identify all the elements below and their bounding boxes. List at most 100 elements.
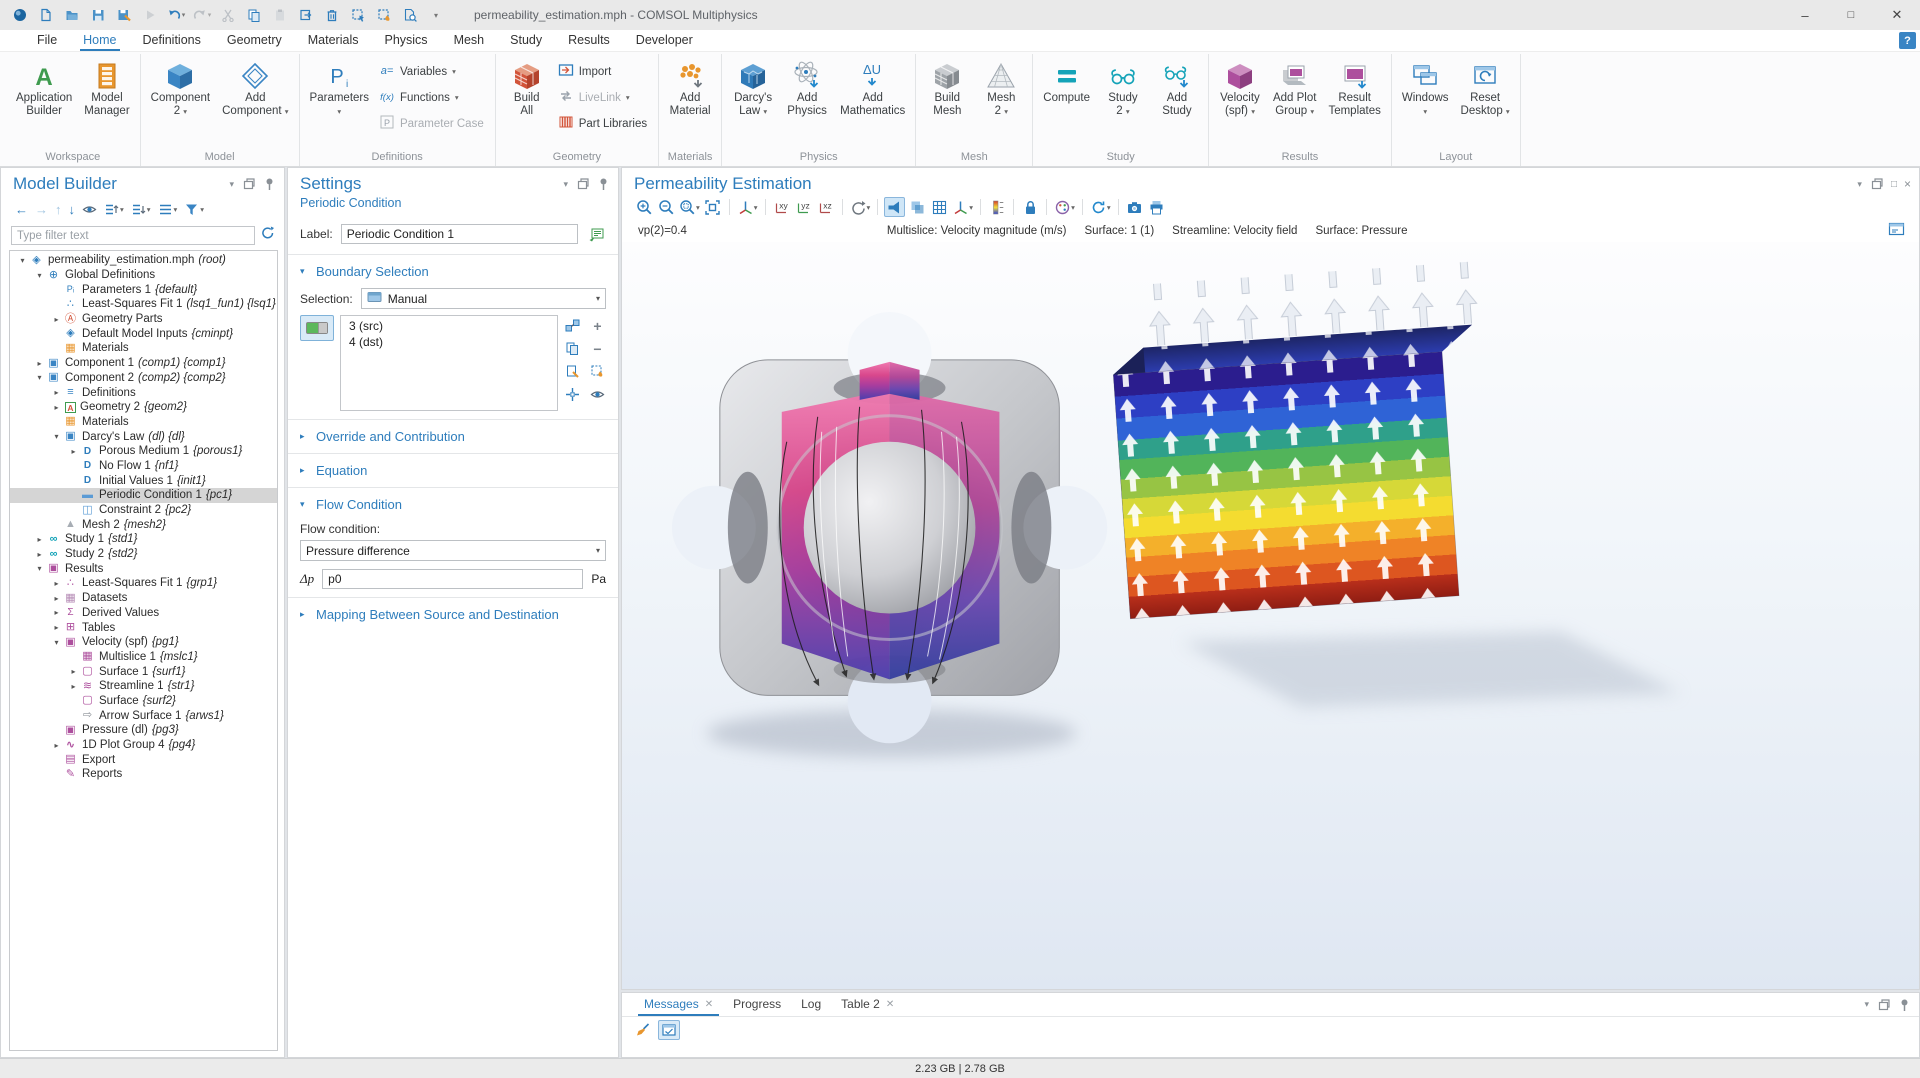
- view-xy-icon[interactable]: xy: [772, 197, 792, 217]
- tree-node[interactable]: ▸▦Datasets: [10, 591, 277, 606]
- component-2-button[interactable]: Component2 ▾: [146, 56, 215, 120]
- active-toggle-button[interactable]: [300, 315, 334, 341]
- tree-node[interactable]: ▣Pressure (dl){pg3}: [10, 723, 277, 738]
- filter-icon[interactable]: ▾: [182, 200, 206, 219]
- menu-materials[interactable]: Materials: [295, 31, 372, 50]
- add-physics-button[interactable]: AddPhysics: [781, 56, 833, 120]
- tree-node[interactable]: ▸∞Study 1{std1}: [10, 532, 277, 547]
- zoom-in-icon[interactable]: [634, 197, 654, 217]
- tree-node[interactable]: DNo Flow 1{nf1}: [10, 459, 277, 474]
- add-material-button[interactable]: AddMaterial: [664, 56, 716, 120]
- chevron-closed-icon[interactable]: ▸: [50, 315, 63, 324]
- label-input[interactable]: [341, 224, 578, 244]
- plot-properties-icon[interactable]: [1888, 222, 1905, 240]
- clear-messages-icon[interactable]: [632, 1020, 654, 1040]
- rotate-icon[interactable]: ▾: [849, 197, 872, 217]
- graphics-scene[interactable]: [622, 242, 1919, 989]
- tree-node[interactable]: ▸▢Surface 1{surf1}: [10, 664, 277, 679]
- print-icon[interactable]: [1147, 197, 1167, 217]
- section-flow-condition[interactable]: ▾ Flow Condition: [300, 490, 606, 519]
- zoom-out-icon[interactable]: [656, 197, 676, 217]
- redo-icon[interactable]: ▾: [190, 3, 214, 27]
- lock-axes-icon[interactable]: [1020, 197, 1040, 217]
- toolbar-overflow-icon[interactable]: ▾: [424, 3, 448, 27]
- add-study-button[interactable]: AddStudy: [1151, 56, 1203, 120]
- chevron-open-icon[interactable]: ▾: [50, 638, 63, 647]
- zoom-to-selection-icon[interactable]: [564, 386, 581, 403]
- tree-node[interactable]: ▸∿1D Plot Group 4{pg4}: [10, 738, 277, 753]
- view-xz-icon[interactable]: xz: [816, 197, 836, 217]
- open-file-icon[interactable]: [60, 3, 84, 27]
- tree-node[interactable]: ▸ΣDerived Values: [10, 606, 277, 621]
- chevron-closed-icon[interactable]: ▸: [50, 579, 63, 588]
- tree-node[interactable]: ▸≋Streamline 1{str1}: [10, 679, 277, 694]
- tree-node[interactable]: ▦Materials: [10, 341, 277, 356]
- tree-filter-input[interactable]: [11, 226, 255, 245]
- new-file-icon[interactable]: [34, 3, 58, 27]
- label-info-icon[interactable]: [586, 225, 606, 243]
- zoom-extents-icon[interactable]: [703, 197, 723, 217]
- model-builder-float-icon[interactable]: [241, 177, 256, 191]
- add-mathematics-button[interactable]: ΔUAddMathematics: [835, 56, 910, 120]
- create-selection-icon[interactable]: [564, 317, 581, 334]
- build-mesh-button[interactable]: BuildMesh: [921, 56, 973, 120]
- tree-node[interactable]: ◈Default Model Inputs{cminpt}: [10, 326, 277, 341]
- tree-node[interactable]: ▾▣Velocity (spf){pg1}: [10, 635, 277, 650]
- chevron-closed-icon[interactable]: ▸: [67, 667, 80, 676]
- tree-node[interactable]: ▾▣Darcy's Law(dl) {dl}: [10, 429, 277, 444]
- save-icon[interactable]: [86, 3, 110, 27]
- graphics-close-icon[interactable]: ×: [1904, 177, 1911, 191]
- graphics-panel-menu-icon[interactable]: ▾: [1857, 179, 1862, 190]
- menu-study[interactable]: Study: [497, 31, 555, 50]
- undo-icon[interactable]: ▾: [164, 3, 188, 27]
- select-objects-icon[interactable]: [346, 3, 370, 27]
- menu-home[interactable]: Home: [70, 31, 129, 50]
- boundary-selection-list[interactable]: 3 (src)4 (dst): [340, 315, 558, 411]
- chevron-open-icon[interactable]: ▾: [50, 432, 63, 441]
- graphics-float-icon[interactable]: [1869, 177, 1884, 191]
- chevron-closed-icon[interactable]: ▸: [50, 608, 63, 617]
- chevron-open-icon[interactable]: ▾: [33, 564, 46, 573]
- tree-node[interactable]: ▸≡Definitions: [10, 385, 277, 400]
- save-as-icon[interactable]: [112, 3, 136, 27]
- comsol-logo[interactable]: [8, 3, 32, 27]
- deselect-icon[interactable]: [372, 3, 396, 27]
- functions-button[interactable]: f(x)Functions▾: [376, 85, 490, 110]
- zoom-box-icon[interactable]: ▾: [678, 197, 701, 217]
- back-icon[interactable]: ←: [13, 200, 30, 219]
- image-settings-icon[interactable]: ▾: [1053, 197, 1076, 217]
- section-equation[interactable]: ▸ Equation: [300, 456, 606, 485]
- tree-node[interactable]: ▸DPorous Medium 1{porous1}: [10, 444, 277, 459]
- tree-node[interactable]: ▦Materials: [10, 415, 277, 430]
- parameters-button[interactable]: PiParameters▾: [305, 56, 374, 120]
- remove-from-selection-icon[interactable]: −: [589, 340, 606, 357]
- duplicate-icon[interactable]: [294, 3, 318, 27]
- close-button[interactable]: ✕: [1874, 0, 1920, 30]
- chevron-open-icon[interactable]: ▾: [33, 373, 46, 382]
- model-builder-panel-menu-icon[interactable]: ▾: [229, 179, 234, 190]
- tree-node[interactable]: ▬Periodic Condition 1{pc1}: [10, 488, 277, 503]
- part-libraries-button[interactable]: Part Libraries: [555, 111, 653, 136]
- pressure-difference-input[interactable]: [322, 569, 583, 589]
- livelink-button[interactable]: LiveLink▾: [555, 85, 653, 110]
- section-boundary-selection[interactable]: ▾ Boundary Selection: [300, 257, 606, 286]
- messages-pin-icon[interactable]: [1898, 998, 1911, 1012]
- import-button[interactable]: Import: [555, 59, 653, 84]
- tree-node[interactable]: ▢Surface{surf2}: [10, 694, 277, 709]
- section-mapping[interactable]: ▸ Mapping Between Source and Destination: [300, 600, 606, 629]
- settings-panel-menu-icon[interactable]: ▾: [563, 179, 568, 190]
- chevron-closed-icon[interactable]: ▸: [50, 623, 63, 632]
- mesh-2-button[interactable]: Mesh2 ▾: [975, 56, 1027, 120]
- settings-float-icon[interactable]: [575, 177, 590, 191]
- copy-icon[interactable]: [242, 3, 266, 27]
- selection-entry[interactable]: 4 (dst): [341, 334, 557, 350]
- chevron-closed-icon[interactable]: ▸: [33, 359, 46, 368]
- chevron-closed-icon[interactable]: ▸: [50, 594, 63, 603]
- flow-condition-dropdown[interactable]: Pressure difference ▾: [300, 540, 606, 561]
- chevron-closed-icon[interactable]: ▸: [50, 741, 63, 750]
- velocity-spf-button[interactable]: Velocity(spf) ▾: [1214, 56, 1266, 120]
- color-legend-icon[interactable]: [987, 197, 1007, 217]
- settings-pin-icon[interactable]: [597, 177, 610, 191]
- show-selection-icon[interactable]: [589, 386, 606, 403]
- move-up-icon[interactable]: ↑: [53, 200, 64, 219]
